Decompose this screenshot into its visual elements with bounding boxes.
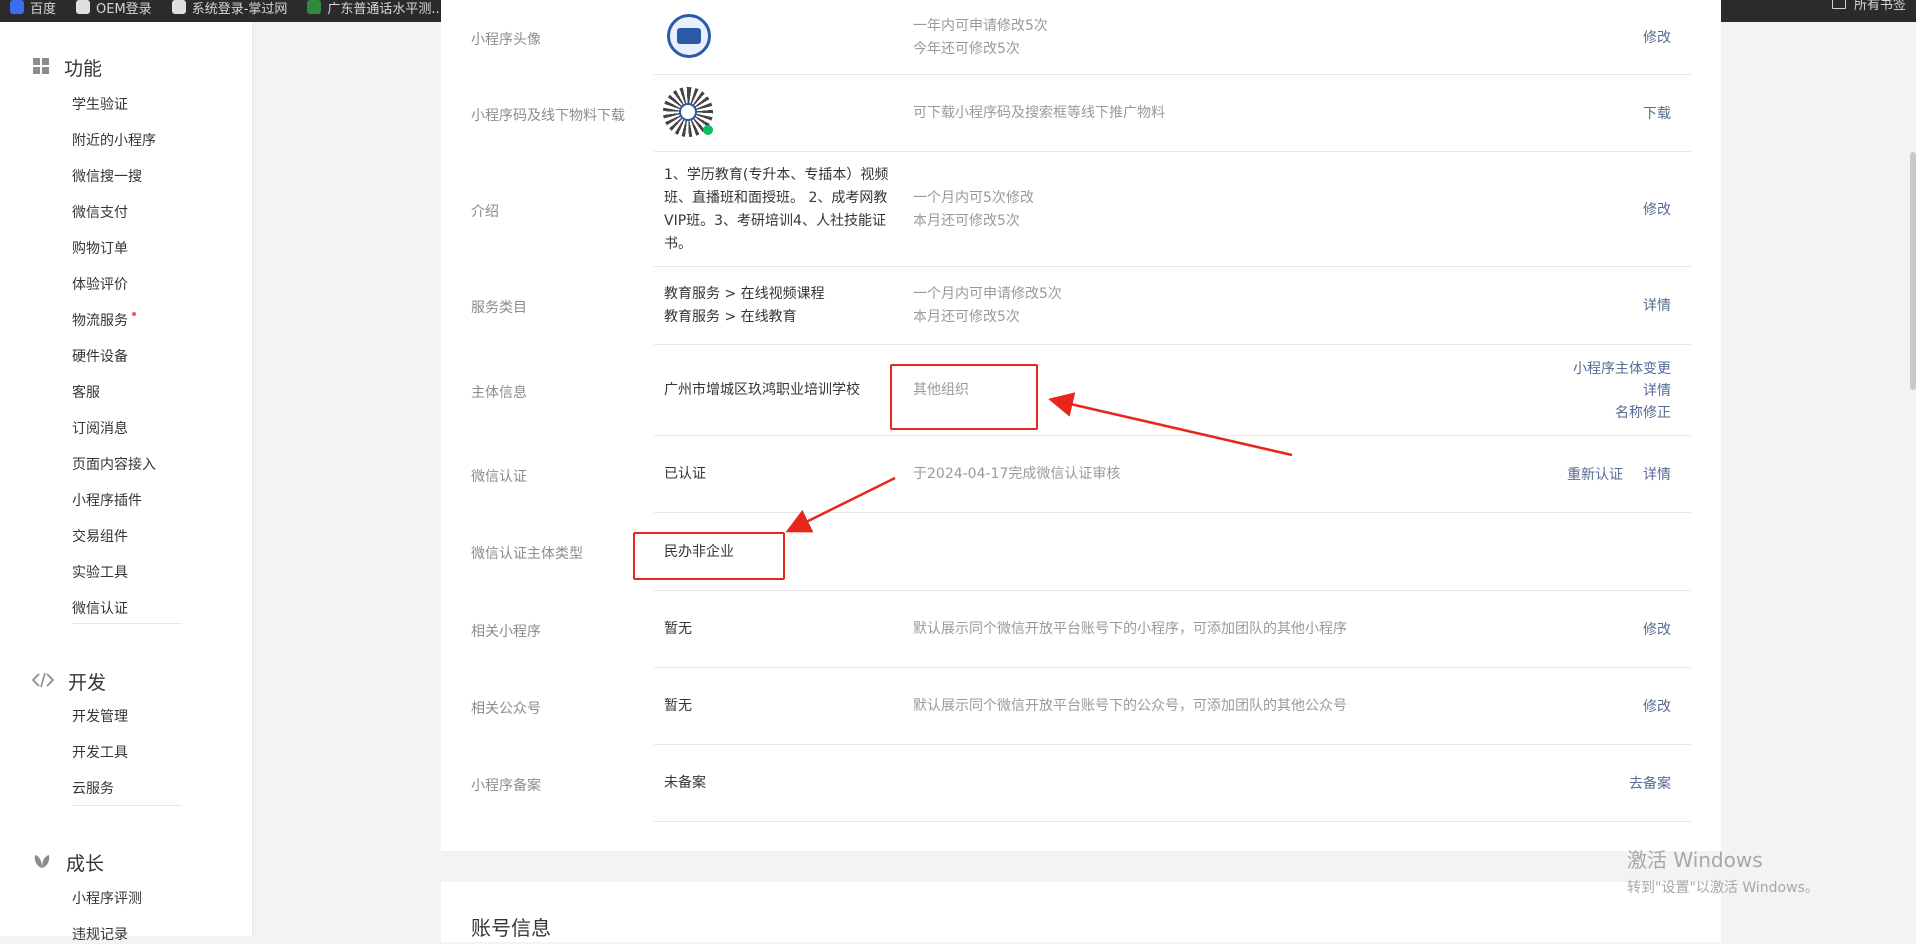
watermark-line1: 激活 Windows [1627,848,1763,872]
annotation-arrow-1 [1048,392,1293,457]
annotation-arrow-2 [785,476,896,533]
windows-activation-watermark: 激活 Windows 转到"设置"以激活 Windows。 [1627,844,1819,897]
account-info-card: 账号信息 [441,882,1721,942]
page-scrollbar[interactable] [1910,152,1916,390]
watermark-line2: 转到"设置"以激活 Windows。 [1627,880,1819,896]
annotation-overlay [785,392,1293,533]
annotation-box-cert-type [633,532,785,580]
annotation-box-entity-type [890,364,1038,430]
account-info-title: 账号信息 [471,916,551,940]
